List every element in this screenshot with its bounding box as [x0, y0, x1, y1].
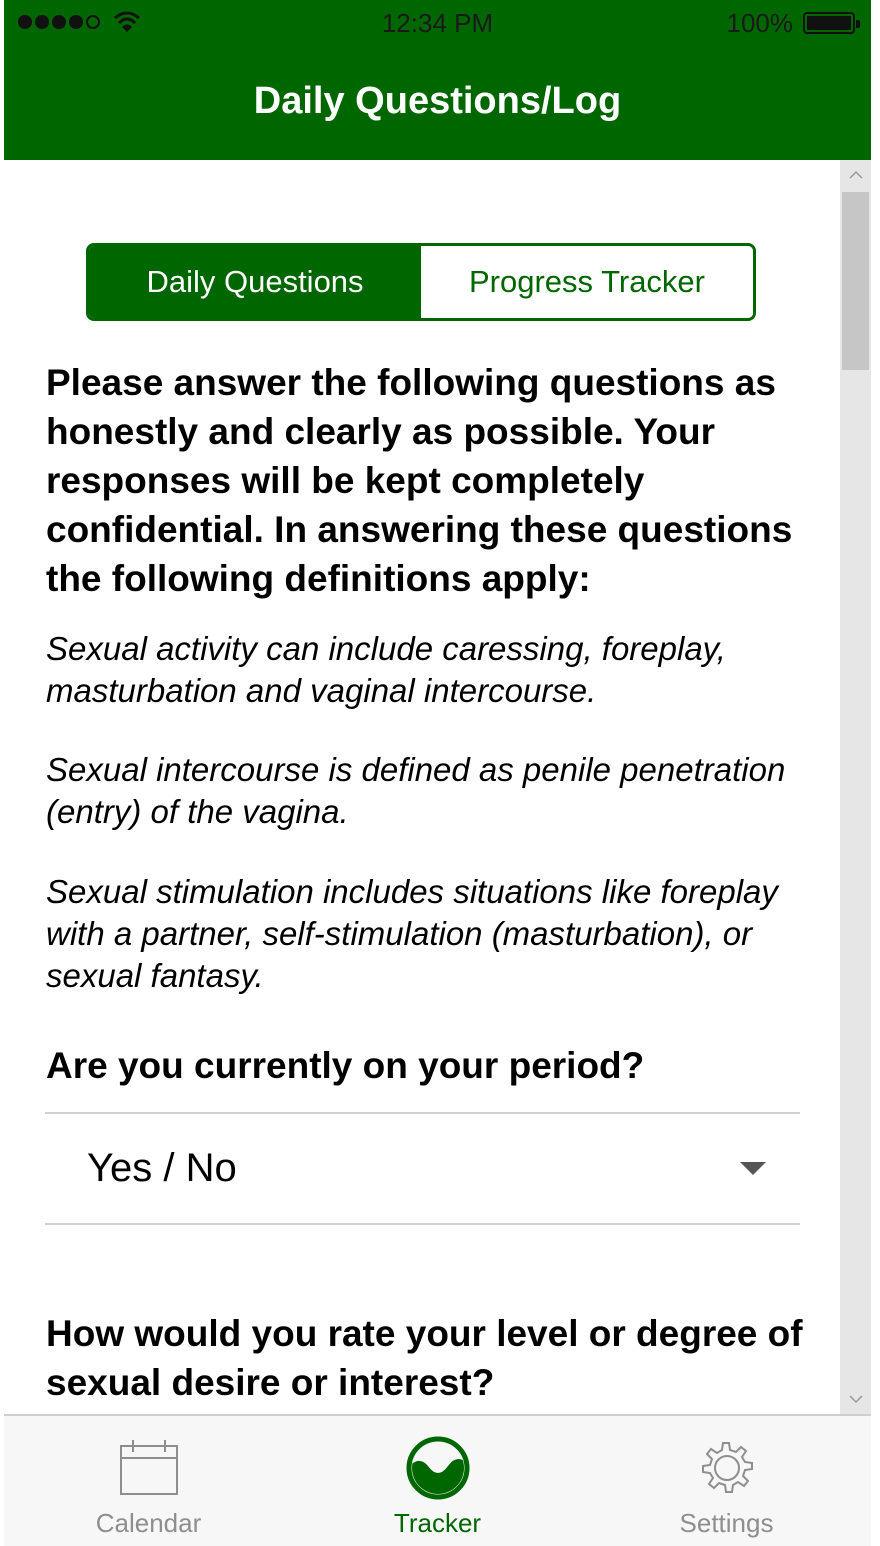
tab-progress-tracker[interactable]: Progress Tracker [421, 246, 753, 318]
definition-sexual-intercourse: Sexual intercourse is defined as penile … [46, 751, 786, 830]
tab-tracker-label: Tracker [393, 1508, 482, 1538]
app-header: 12:34 PM 100% Daily Questions/Log [4, 0, 871, 160]
tab-calendar-label: Calendar [95, 1508, 202, 1538]
intro-text: Please answer the following questions as… [46, 362, 793, 599]
period-select[interactable]: Yes / No [45, 1112, 800, 1225]
period-select-value: Yes / No [87, 1146, 237, 1190]
battery-percent: 100% [726, 8, 794, 38]
tab-settings-label: Settings [679, 1508, 774, 1538]
app-frame: 12:34 PM 100% Daily Questions/Log Daily … [4, 0, 871, 1546]
tracker-icon [406, 1436, 469, 1500]
tab-daily-questions[interactable]: Daily Questions [89, 246, 421, 318]
gear-icon [701, 1442, 753, 1493]
tab-calendar[interactable]: Calendar [4, 1416, 293, 1546]
calendar-icon [119, 1440, 178, 1495]
definition-sexual-stimulation: Sexual stimulation includes situations l… [46, 873, 778, 994]
question-period: Are you currently on your period? [46, 1045, 645, 1086]
battery-icon [803, 12, 860, 34]
scrollbar[interactable] [840, 160, 871, 1414]
scrollbar-thumb[interactable] [842, 192, 869, 370]
question-desire-level: How would you rate your level or degree … [46, 1313, 803, 1403]
tab-tracker[interactable]: Tracker [293, 1416, 582, 1546]
tab-settings[interactable]: Settings [582, 1416, 871, 1546]
page-title: Daily Questions/Log [253, 80, 622, 122]
dropdown-caret-icon [740, 1162, 766, 1175]
tab-bar: Calendar Tracker Settings [4, 1414, 871, 1546]
segmented-control: Daily Questions Progress Tracker [86, 243, 756, 321]
scroll-down-icon[interactable] [840, 1384, 871, 1414]
scroll-content[interactable]: Daily Questions Progress Tracker Please … [4, 160, 840, 1414]
definition-sexual-activity: Sexual activity can include caressing, f… [46, 630, 726, 709]
status-bar: 12:34 PM 100% [4, 0, 871, 48]
scroll-up-icon[interactable] [840, 160, 871, 190]
